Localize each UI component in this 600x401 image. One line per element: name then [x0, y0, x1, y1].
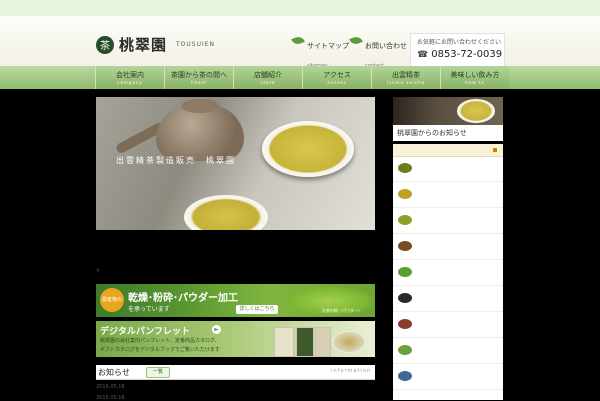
product-thumbnail [396, 159, 414, 177]
marker-icon [493, 148, 497, 152]
nav-item-store[interactable]: 店舗紹介 store [233, 66, 302, 89]
phone-icon: ☎ [417, 49, 429, 60]
tea-cup-shape [262, 121, 354, 177]
sidebar-product-item[interactable] [393, 182, 503, 208]
product-thumbnail [396, 341, 414, 359]
product-icon [398, 189, 412, 199]
teapot-lid-shape [181, 99, 219, 113]
news-date: 2016.05.16 [96, 395, 125, 401]
nav-label: 出雲精茶 [392, 71, 420, 79]
pamphlet-book-image [274, 327, 294, 357]
product-thumbnail [396, 211, 414, 229]
nav-sub: izumo seicha [386, 80, 426, 85]
sidebar-product-list [393, 144, 503, 400]
nav-item-access[interactable]: アクセス access [302, 66, 371, 89]
nav-item-heart[interactable]: 茶園から茶の間へ heart [164, 66, 233, 89]
details-button[interactable]: 詳しくはこちら [236, 305, 278, 314]
product-thumbnail [396, 263, 414, 281]
sidebar-product-item[interactable] [393, 286, 503, 312]
digital-pamphlet-banner[interactable]: デジタルパンフレット ► 桃翠園の会社案内パンフレット、定番商品カタログ、 ギフ… [96, 321, 375, 357]
logo-text: 桃翠園 [119, 36, 168, 54]
product-thumbnail [396, 289, 414, 307]
sidebar-product-item[interactable] [393, 234, 503, 260]
nav-item-company[interactable]: 会社案内 company [95, 66, 164, 89]
product-thumbnail [396, 237, 414, 255]
sidebar-news-card[interactable]: 桃翠園からのお知らせ [393, 97, 503, 141]
nav-label: 会社案内 [116, 71, 144, 79]
nav-sub: how to [465, 80, 485, 85]
product-icon [398, 371, 412, 381]
powder-processing-banner[interactable]: 農産物の 乾燥･粉砕･パウダー加工 を承っています 詳しくはこちら お茶の粉（パ… [96, 284, 375, 317]
logo-sub: TOUSUIEN [176, 41, 216, 48]
product-icon [398, 319, 412, 329]
tea-cup-shape [184, 195, 268, 230]
product-icon [398, 345, 412, 355]
banner-line-2: ギフトカタログをデジタルブックでご覧いただけます [100, 347, 220, 353]
product-thumbnail [396, 315, 414, 333]
nav-label: 店舗紹介 [254, 71, 282, 79]
product-icon [398, 241, 412, 251]
nav-label: 美味しい飲み方 [450, 71, 500, 79]
banner-line-1: 桃翠園の会社案内パンフレット、定番商品カタログ、 [100, 338, 220, 344]
sidebar-product-item[interactable] [393, 208, 503, 234]
banner-caption: お茶の粉（パウダー） [322, 308, 362, 313]
news-header: お知らせ 一覧 information [96, 365, 375, 380]
sidebar-product-item[interactable] [393, 338, 503, 364]
sidebar-product-item[interactable] [393, 364, 503, 390]
site-header: 茶 桃翠園 TOUSUIEN サイトマップ sitemap お問い合わせ con… [0, 16, 600, 69]
phone-text: 0853-72-0039 [431, 49, 503, 60]
phone-number[interactable]: ☎ 0853-72-0039 [417, 49, 502, 60]
leaf-icon [349, 35, 363, 46]
sidebar-product-item[interactable] [393, 312, 503, 338]
leaf-icon [291, 35, 305, 46]
arrow-right-icon: ► [212, 325, 221, 334]
logo-mark-icon: 茶 [96, 35, 114, 54]
news-title: お知らせ [98, 368, 130, 377]
nav-sub: company [117, 80, 143, 85]
sidebar-card-caption: 桃翠園からのお知らせ [397, 129, 467, 137]
product-icon [398, 293, 412, 303]
news-en-label: information [331, 368, 371, 374]
contact-label: お問い合わせ [365, 42, 407, 50]
banner-title: デジタルパンフレット [100, 327, 191, 337]
nav-sub: heart [191, 80, 207, 85]
product-icon [398, 163, 412, 173]
product-thumbnail [396, 367, 414, 385]
hero-image: 出雲精茶製造販売 桃翠園 [96, 97, 375, 230]
nav-item-izumo-seicha[interactable]: 出雲精茶 izumo seicha [371, 66, 440, 89]
top-band [0, 0, 600, 16]
nav-label: アクセス [323, 71, 351, 79]
news-date: 2016.05.16 [96, 384, 125, 390]
product-thumbnail [396, 185, 414, 203]
site-logo[interactable]: 茶 桃翠園 TOUSUIEN [96, 34, 215, 55]
teapot-shape [156, 105, 244, 161]
pamphlet-book-image [296, 327, 314, 357]
badge-icon: 農産物の [100, 288, 124, 312]
product-icon [398, 267, 412, 277]
tea-cup-shape [457, 99, 495, 123]
sidebar-product-item[interactable] [393, 156, 503, 182]
banner-sub: を承っています [128, 306, 170, 313]
hero-caption: 出雲精茶製造販売 桃翠園 [116, 156, 236, 165]
sidebar-product-item[interactable] [393, 260, 503, 286]
news-list-button[interactable]: 一覧 [146, 367, 170, 378]
product-icon [398, 215, 412, 225]
tea-cup-shape [332, 331, 366, 353]
tiny-mark: ※ [96, 268, 101, 274]
nav-label: 茶園から茶の間へ [171, 71, 227, 79]
banner-title: 乾燥･粉砕･パウダー加工 [128, 293, 238, 304]
nav-sub: access [327, 80, 347, 85]
pamphlet-book-image [315, 327, 331, 357]
nav-item-how-to[interactable]: 美味しい飲み方 how to [440, 66, 509, 89]
contact-box: お気軽にお問い合わせください ☎ 0853-72-0039 [410, 33, 505, 69]
nav-sub: store [260, 80, 276, 85]
sitemap-label: サイトマップ [307, 42, 349, 50]
contact-prompt: お気軽にお問い合わせください [417, 39, 502, 46]
